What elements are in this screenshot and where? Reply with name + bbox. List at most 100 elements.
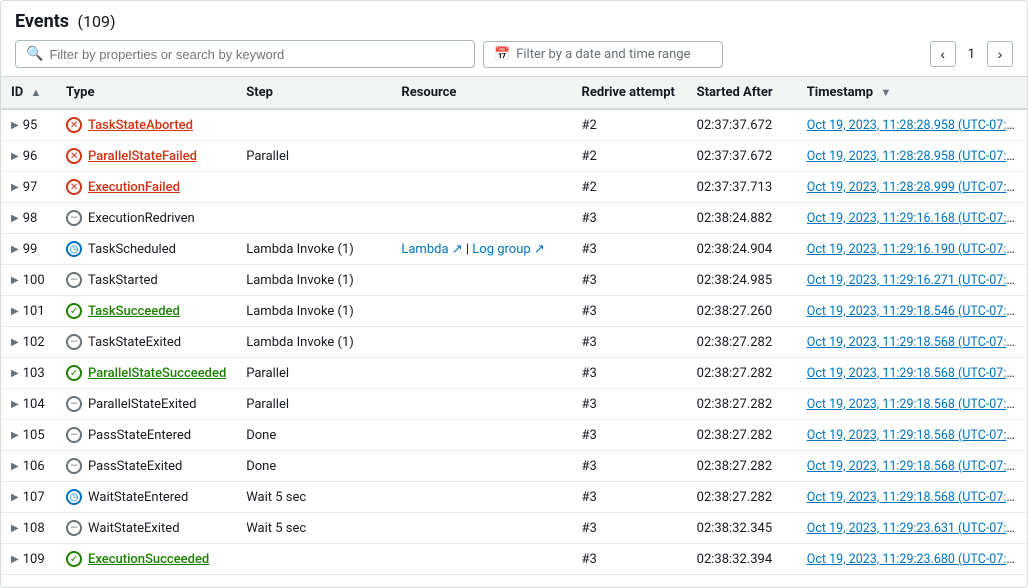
cell-started: 02:38:27.282 [687, 389, 797, 420]
search-box[interactable]: 🔍 [15, 40, 475, 68]
cell-timestamp[interactable]: Oct 19, 2023, 11:29:18.568 (UTC-07:00) [797, 451, 1027, 482]
expand-button[interactable]: ▶ [11, 523, 19, 534]
cell-timestamp[interactable]: Oct 19, 2023, 11:29:16.271 (UTC-07:00) [797, 265, 1027, 296]
timestamp-link[interactable]: Oct 19, 2023, 11:29:18.546 (UTC-07:00) [807, 304, 1025, 319]
timestamp-link[interactable]: Oct 19, 2023, 11:29:18.568 (UTC-07:00) [807, 366, 1025, 381]
timestamp-link[interactable]: Oct 19, 2023, 11:29:16.168 (UTC-07:00) [807, 211, 1025, 226]
type-icon: ✕ [66, 117, 82, 133]
col-id[interactable]: ID ▲ [1, 77, 56, 109]
cell-id: ▶108 [1, 513, 56, 544]
cell-timestamp[interactable]: Oct 19, 2023, 11:29:23.631 (UTC-07:00) [797, 513, 1027, 544]
timestamp-link[interactable]: Oct 19, 2023, 11:29:18.568 (UTC-07:00) [807, 397, 1025, 412]
type-label: ParallelStateExited [88, 397, 196, 412]
timestamp-link[interactable]: Oct 19, 2023, 11:29:16.190 (UTC-07:00) [807, 242, 1025, 257]
cell-redrive: #3 [572, 389, 687, 420]
type-icon: — [66, 272, 82, 288]
expand-button[interactable]: ▶ [11, 120, 19, 131]
cell-started: 02:38:24.904 [687, 234, 797, 265]
cell-timestamp[interactable]: Oct 19, 2023, 11:29:18.568 (UTC-07:00) [797, 358, 1027, 389]
log-group-link[interactable]: Log group ↗ [472, 242, 545, 257]
expand-button[interactable]: ▶ [11, 337, 19, 348]
cell-started: 02:38:27.282 [687, 420, 797, 451]
timestamp-link[interactable]: Oct 19, 2023, 11:29:23.680 (UTC-07:00) [807, 552, 1025, 567]
type-label[interactable]: ExecutionFailed [88, 180, 180, 195]
cell-resource [391, 265, 571, 296]
cell-timestamp[interactable]: Oct 19, 2023, 11:29:16.168 (UTC-07:00) [797, 203, 1027, 234]
prev-page-button[interactable]: ‹ [930, 41, 956, 67]
expand-button[interactable]: ▶ [11, 182, 19, 193]
col-type: Type [56, 77, 236, 109]
cell-type: ✕ TaskStateAborted [56, 109, 236, 141]
search-input[interactable] [49, 47, 464, 62]
expand-button[interactable]: ▶ [11, 151, 19, 162]
cell-resource [391, 451, 571, 482]
expand-button[interactable]: ▶ [11, 244, 19, 255]
type-icon: ◷ [66, 489, 82, 505]
expand-button[interactable]: ▶ [11, 399, 19, 410]
expand-button[interactable]: ▶ [11, 213, 19, 224]
cell-id: ▶103 [1, 358, 56, 389]
timestamp-link[interactable]: Oct 19, 2023, 11:29:18.568 (UTC-07:00) [807, 490, 1025, 505]
expand-button[interactable]: ▶ [11, 306, 19, 317]
lambda-link[interactable]: Lambda ↗ [401, 242, 462, 257]
cell-timestamp[interactable]: Oct 19, 2023, 11:29:23.680 (UTC-07:00) [797, 544, 1027, 575]
cell-redrive: #3 [572, 420, 687, 451]
cell-timestamp[interactable]: Oct 19, 2023, 11:29:18.546 (UTC-07:00) [797, 296, 1027, 327]
expand-button[interactable]: ▶ [11, 461, 19, 472]
pagination: ‹ 1 › [930, 41, 1013, 67]
cell-type: —ParallelStateExited [56, 389, 236, 420]
type-label[interactable]: TaskStateAborted [88, 118, 193, 133]
timestamp-link[interactable]: Oct 19, 2023, 11:29:16.271 (UTC-07:00) [807, 273, 1025, 288]
cell-timestamp[interactable]: Oct 19, 2023, 11:29:18.568 (UTC-07:00) [797, 420, 1027, 451]
type-icon: — [66, 334, 82, 350]
cell-step [236, 109, 391, 141]
cell-started: 02:38:27.260 [687, 296, 797, 327]
cell-timestamp[interactable]: Oct 19, 2023, 11:29:18.568 (UTC-07:00) [797, 482, 1027, 513]
timestamp-link[interactable]: Oct 19, 2023, 11:29:23.631 (UTC-07:00) [807, 521, 1025, 536]
cell-timestamp[interactable]: Oct 19, 2023, 11:29:18.568 (UTC-07:00) [797, 327, 1027, 358]
cell-redrive: #3 [572, 482, 687, 513]
cell-type: ✓ParallelStateSucceeded [56, 358, 236, 389]
timestamp-link[interactable]: Oct 19, 2023, 11:29:18.568 (UTC-07:00) [807, 335, 1025, 350]
table-row: ▶107◷WaitStateEnteredWait 5 sec#302:38:2… [1, 482, 1027, 513]
cell-id: ▶96 [1, 141, 56, 172]
cell-type: ◷TaskScheduled [56, 234, 236, 265]
events-panel: Events (109) 🔍 📅 Filter by a date and ti… [0, 0, 1028, 588]
cell-timestamp[interactable]: Oct 19, 2023, 11:28:28.999 (UTC-07:00) [797, 172, 1027, 203]
cell-timestamp[interactable]: Oct 19, 2023, 11:28:28.958 (UTC-07:00) [797, 109, 1027, 141]
next-page-button[interactable]: › [987, 41, 1013, 67]
cell-step: Parallel [236, 389, 391, 420]
expand-button[interactable]: ▶ [11, 430, 19, 441]
cell-timestamp[interactable]: Oct 19, 2023, 11:29:18.568 (UTC-07:00) [797, 389, 1027, 420]
timestamp-link[interactable]: Oct 19, 2023, 11:28:28.958 (UTC-07:00) [807, 149, 1025, 164]
expand-button[interactable]: ▶ [11, 554, 19, 565]
type-label[interactable]: ParallelStateSucceeded [88, 366, 226, 381]
cell-id: ▶97 [1, 172, 56, 203]
cell-timestamp[interactable]: Oct 19, 2023, 11:29:16.190 (UTC-07:00) [797, 234, 1027, 265]
expand-button[interactable]: ▶ [11, 275, 19, 286]
date-filter[interactable]: 📅 Filter by a date and time range [483, 41, 723, 68]
cell-redrive: #3 [572, 358, 687, 389]
cell-id: ▶106 [1, 451, 56, 482]
table-row: ▶108—WaitStateExitedWait 5 sec#302:38:32… [1, 513, 1027, 544]
table-row: ▶95✕TaskStateAborted#202:37:37.672Oct 19… [1, 109, 1027, 141]
table-row: ▶109✓ExecutionSucceeded#302:38:32.394Oct… [1, 544, 1027, 575]
timestamp-link[interactable]: Oct 19, 2023, 11:29:18.568 (UTC-07:00) [807, 428, 1025, 443]
toolbar: 🔍 📅 Filter by a date and time range ‹ 1 … [15, 40, 1013, 68]
timestamp-link[interactable]: Oct 19, 2023, 11:28:28.999 (UTC-07:00) [807, 180, 1025, 195]
timestamp-link[interactable]: Oct 19, 2023, 11:29:18.568 (UTC-07:00) [807, 459, 1025, 474]
type-icon: — [66, 520, 82, 536]
expand-button[interactable]: ▶ [11, 368, 19, 379]
type-label[interactable]: ParallelStateFailed [88, 149, 197, 164]
cell-type: —TaskStarted [56, 265, 236, 296]
type-icon: ✕ [66, 179, 82, 195]
cell-timestamp[interactable]: Oct 19, 2023, 11:28:28.958 (UTC-07:00) [797, 141, 1027, 172]
cell-step [236, 172, 391, 203]
timestamp-link[interactable]: Oct 19, 2023, 11:28:28.958 (UTC-07:00) [807, 118, 1025, 133]
type-label: ExecutionRedriven [88, 211, 195, 226]
expand-button[interactable]: ▶ [11, 492, 19, 503]
type-label[interactable]: ExecutionSucceeded [88, 552, 209, 567]
cell-step [236, 203, 391, 234]
type-label[interactable]: TaskSucceeded [88, 304, 180, 319]
type-icon: — [66, 427, 82, 443]
